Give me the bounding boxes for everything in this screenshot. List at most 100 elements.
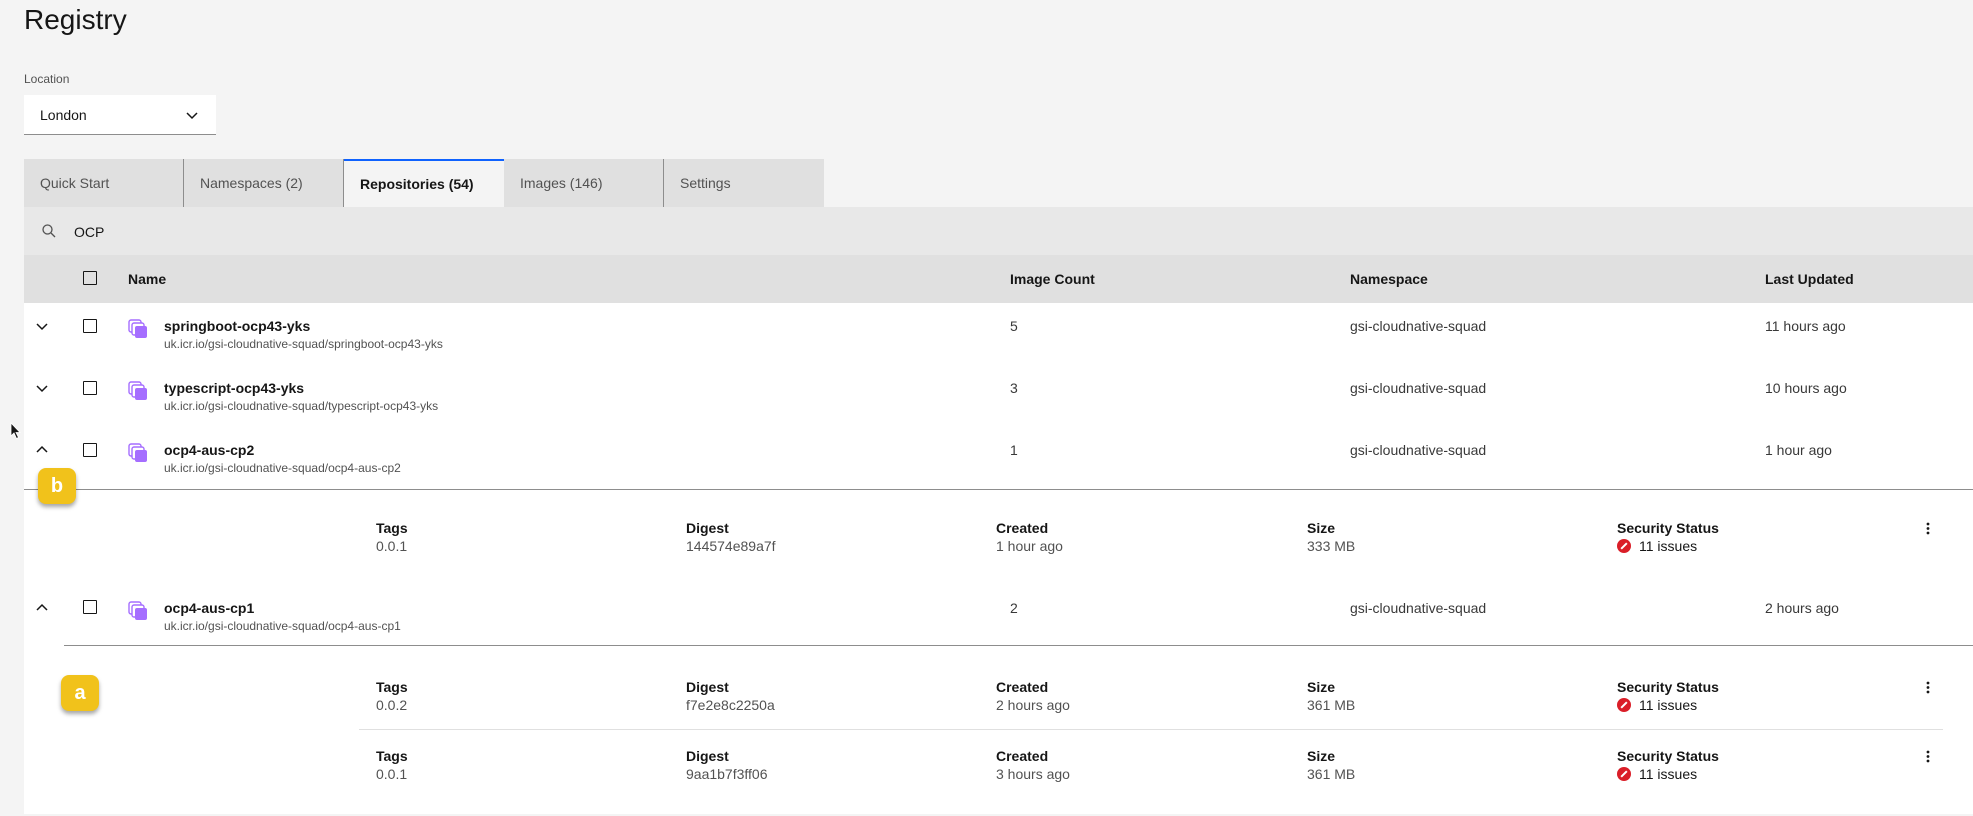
- error-icon: [1617, 539, 1631, 553]
- table-row[interactable]: ocp4-aus-cp2 uk.icr.io/gsi-cloudnative-s…: [24, 427, 1973, 490]
- namespace: gsi-cloudnative-squad: [1350, 380, 1487, 396]
- size-label: Size: [1307, 679, 1336, 695]
- header-name[interactable]: Name: [128, 271, 166, 287]
- repo-name[interactable]: ocp4-aus-cp1: [164, 600, 254, 616]
- created-value: 2 hours ago: [996, 697, 1070, 713]
- search-icon: [42, 224, 56, 238]
- header-namespace[interactable]: Namespace: [1350, 271, 1428, 287]
- header-image-count[interactable]: Image Count: [1010, 271, 1095, 287]
- security-issues: 11 issues: [1639, 538, 1698, 554]
- digest-label: Digest: [686, 520, 729, 536]
- size-label: Size: [1307, 520, 1336, 536]
- tags-value: 0.0.2: [376, 697, 408, 713]
- repo-name[interactable]: ocp4-aus-cp2: [164, 442, 254, 458]
- tab-images[interactable]: Images (146): [504, 159, 664, 207]
- header-last-updated[interactable]: Last Updated: [1765, 271, 1854, 287]
- repo-path: uk.icr.io/gsi-cloudnative-squad/typescri…: [164, 399, 439, 413]
- digest-value[interactable]: 9aa1b7f3ff06: [686, 766, 768, 782]
- repository-icon: [128, 319, 147, 338]
- tags-value: 0.0.1: [376, 538, 408, 554]
- table-row[interactable]: typescript-ocp43-yks uk.icr.io/gsi-cloud…: [24, 365, 1973, 428]
- size-value: 361 MB: [1307, 697, 1356, 713]
- image-detail-row: Tags 0.0.1 Digest 144574e89a7f Created 1…: [24, 520, 1973, 588]
- created-value: 1 hour ago: [996, 538, 1063, 554]
- row-checkbox[interactable]: [83, 443, 97, 457]
- search-input[interactable]: [72, 215, 476, 249]
- digest-value[interactable]: 144574e89a7f: [686, 538, 776, 554]
- mouse-cursor-icon: [10, 422, 21, 440]
- location-label: Location: [24, 72, 70, 86]
- created-label: Created: [996, 520, 1049, 536]
- created-label: Created: [996, 679, 1049, 695]
- tab-repositories[interactable]: Repositories (54): [344, 159, 504, 207]
- tab-quick-start[interactable]: Quick Start: [24, 159, 184, 207]
- image-count: 1: [1010, 442, 1018, 458]
- overflow-menu-icon[interactable]: [1920, 679, 1936, 699]
- tags-label: Tags: [376, 679, 408, 695]
- namespace: gsi-cloudnative-squad: [1350, 442, 1487, 458]
- created-label: Created: [996, 748, 1049, 764]
- image-detail-panel: Tags 0.0.2 Digest f7e2e8c2250a Created 2…: [24, 646, 1973, 814]
- tab-settings[interactable]: Settings: [664, 159, 824, 207]
- chevron-down-icon[interactable]: [34, 380, 50, 396]
- repo-name[interactable]: typescript-ocp43-yks: [164, 380, 304, 396]
- search-bar: [24, 207, 1973, 255]
- namespace: gsi-cloudnative-squad: [1350, 600, 1487, 616]
- row-checkbox[interactable]: [83, 600, 97, 614]
- repository-icon: [128, 443, 147, 462]
- tags-value: 0.0.1: [376, 766, 408, 782]
- repo-path: uk.icr.io/gsi-cloudnative-squad/ocp4-aus…: [164, 461, 401, 475]
- repository-icon: [128, 601, 147, 620]
- overflow-menu-icon[interactable]: [1920, 748, 1936, 768]
- image-count: 3: [1010, 380, 1018, 396]
- table-header: Name Image Count Namespace Last Updated: [24, 255, 1973, 303]
- location-value: London: [40, 106, 87, 123]
- security-issues: 11 issues: [1639, 697, 1698, 713]
- error-icon: [1617, 767, 1631, 781]
- chevron-up-icon[interactable]: [34, 442, 50, 458]
- security-label: Security Status: [1617, 679, 1719, 695]
- row-checkbox[interactable]: [83, 381, 97, 395]
- size-value: 361 MB: [1307, 766, 1356, 782]
- table-row[interactable]: springboot-ocp43-yks uk.icr.io/gsi-cloud…: [24, 303, 1973, 366]
- repo-path: uk.icr.io/gsi-cloudnative-squad/springbo…: [164, 337, 443, 351]
- security-status[interactable]: 11 issues: [1617, 697, 1697, 713]
- image-detail-row: Tags 0.0.1 Digest 9aa1b7f3ff06 Created 3…: [24, 748, 1973, 816]
- repo-path: uk.icr.io/gsi-cloudnative-squad/ocp4-aus…: [164, 619, 401, 633]
- namespace: gsi-cloudnative-squad: [1350, 318, 1487, 334]
- chevron-down-icon: [186, 112, 198, 120]
- digest-value[interactable]: f7e2e8c2250a: [686, 697, 775, 713]
- digest-label: Digest: [686, 748, 729, 764]
- security-status[interactable]: 11 issues: [1617, 538, 1697, 554]
- select-all-checkbox[interactable]: [83, 271, 97, 285]
- overflow-menu-icon[interactable]: [1920, 520, 1936, 540]
- tab-bar: Quick Start Namespaces (2) Repositories …: [24, 159, 824, 207]
- row-checkbox[interactable]: [83, 319, 97, 333]
- page-title: Registry: [24, 4, 127, 35]
- last-updated: 2 hours ago: [1765, 600, 1839, 616]
- error-icon: [1617, 698, 1631, 712]
- location-dropdown[interactable]: London: [24, 95, 216, 135]
- repository-icon: [128, 381, 147, 400]
- size-value: 333 MB: [1307, 538, 1356, 554]
- image-count: 2: [1010, 600, 1018, 616]
- annotation-badge-a: a: [61, 675, 99, 711]
- chevron-down-icon[interactable]: [34, 318, 50, 334]
- annotation-badge-b: b: [38, 468, 76, 504]
- security-status[interactable]: 11 issues: [1617, 766, 1697, 782]
- last-updated: 11 hours ago: [1765, 318, 1846, 334]
- tab-namespaces[interactable]: Namespaces (2): [184, 159, 344, 207]
- last-updated: 1 hour ago: [1765, 442, 1832, 458]
- digest-label: Digest: [686, 679, 729, 695]
- security-issues: 11 issues: [1639, 766, 1698, 782]
- repo-name[interactable]: springboot-ocp43-yks: [164, 318, 310, 334]
- image-detail-panel: Tags 0.0.1 Digest 144574e89a7f Created 1…: [24, 490, 1973, 586]
- chevron-up-icon[interactable]: [34, 600, 50, 616]
- detail-divider: [359, 729, 1943, 730]
- image-count: 5: [1010, 318, 1018, 334]
- created-value: 3 hours ago: [996, 766, 1070, 782]
- tags-label: Tags: [376, 748, 408, 764]
- table-row[interactable]: ocp4-aus-cp1 uk.icr.io/gsi-cloudnative-s…: [24, 585, 1973, 646]
- tags-label: Tags: [376, 520, 408, 536]
- size-label: Size: [1307, 748, 1336, 764]
